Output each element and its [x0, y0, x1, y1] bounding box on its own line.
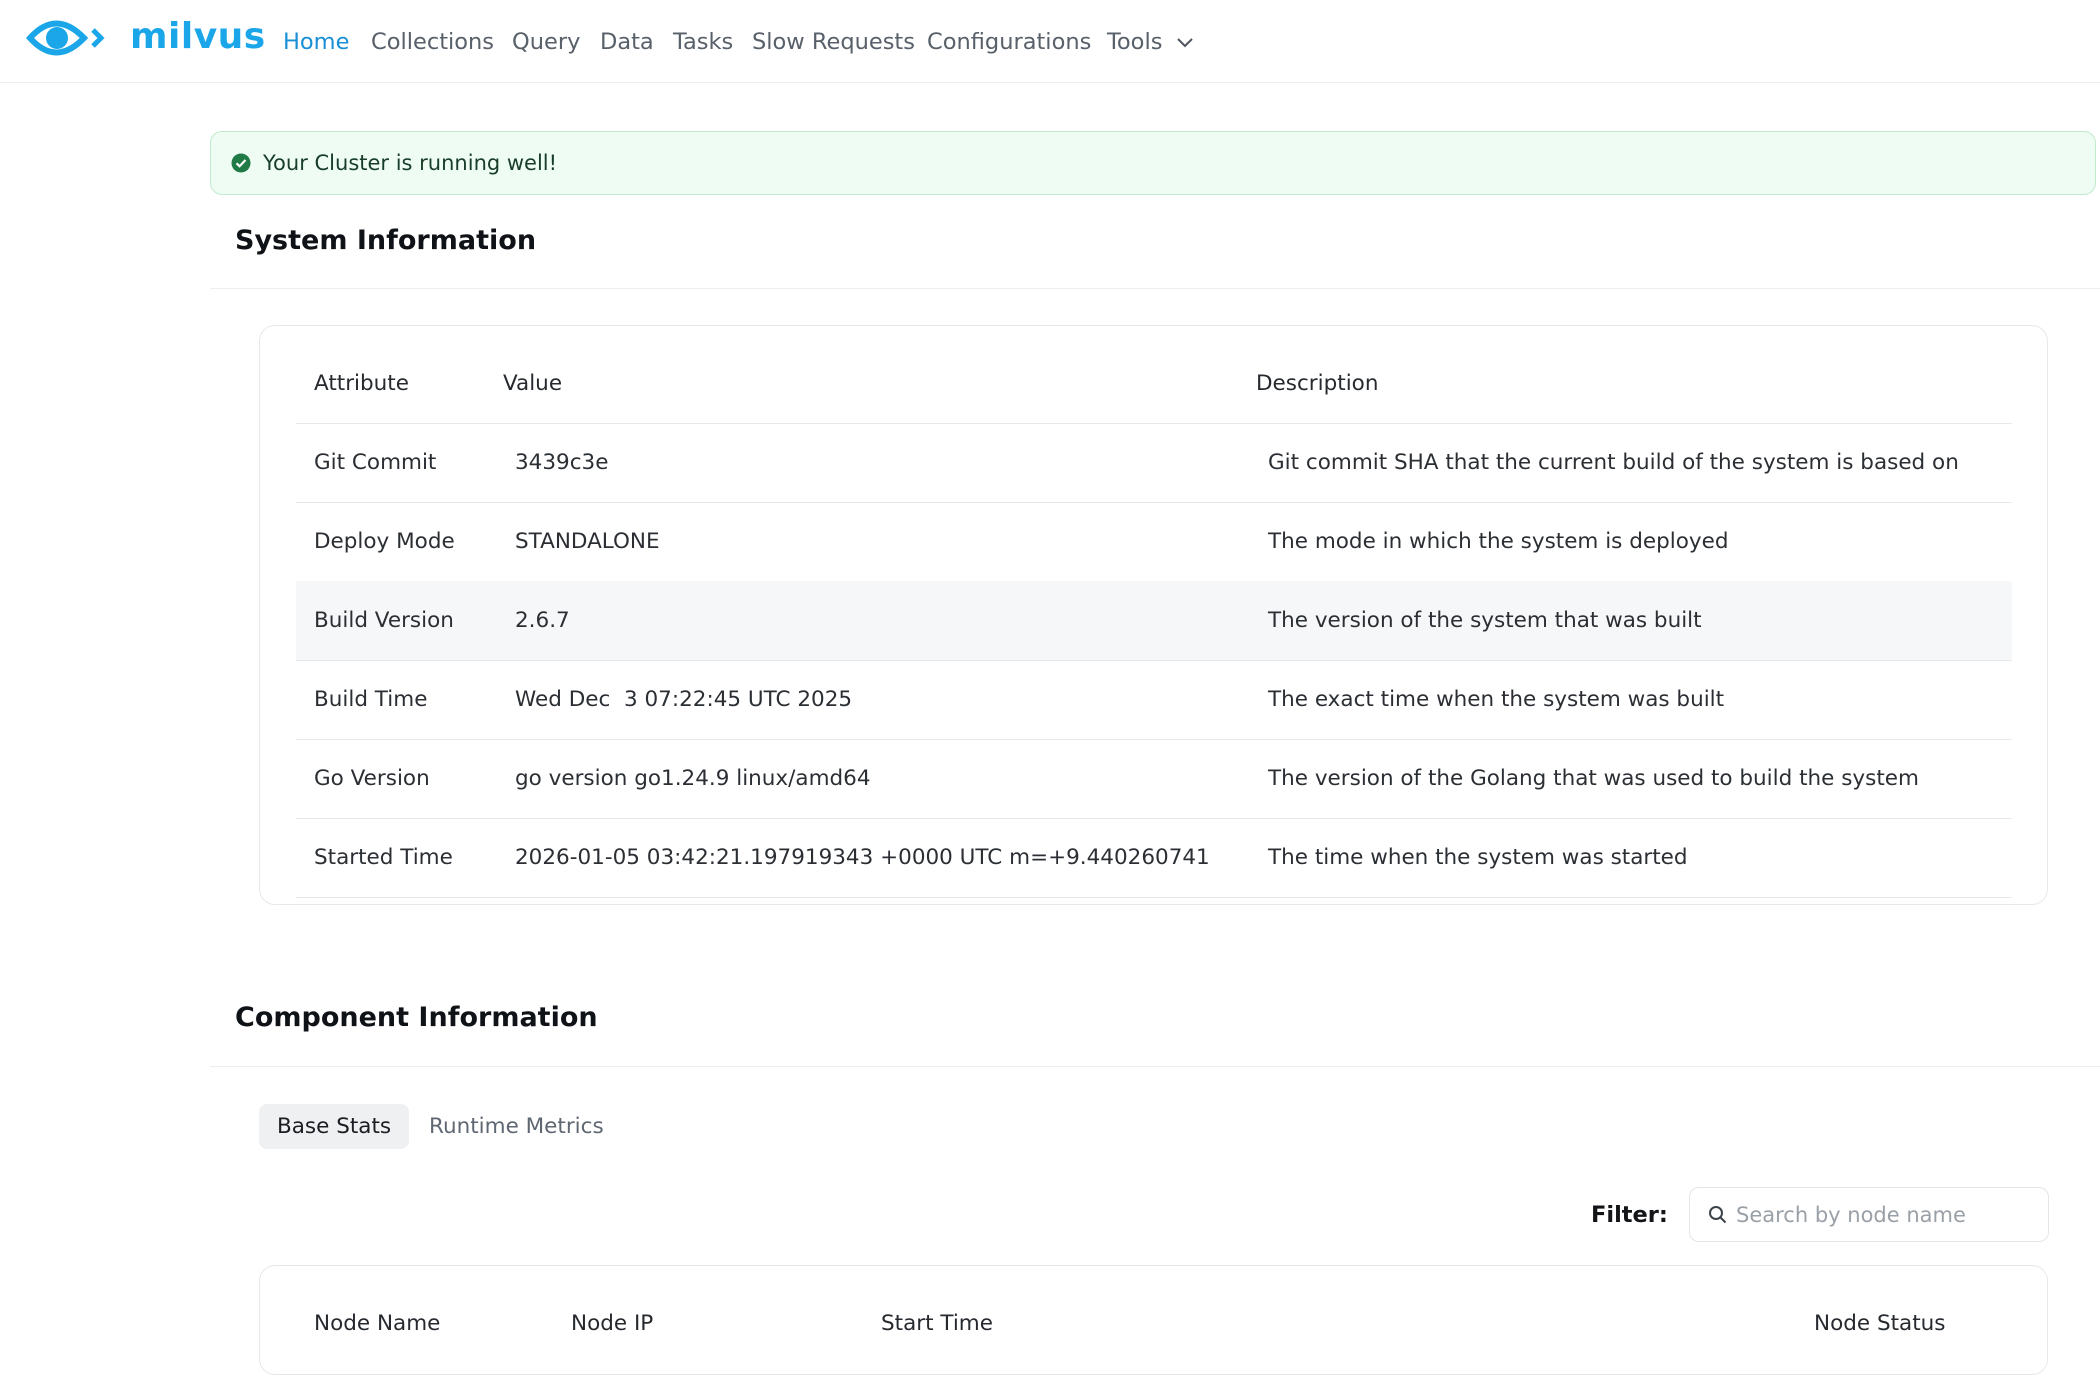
component-table: Node Name Node IP Start Time Node Status	[259, 1265, 2048, 1375]
row-description: Git commit SHA that the current build of…	[1268, 450, 1959, 475]
row-value: go version go1.24.9 linux/amd64	[515, 766, 871, 791]
filter-label: Filter:	[1591, 1202, 1668, 1228]
row-value: Wed Dec 3 07:22:45 UTC 2025	[515, 687, 853, 712]
alert-message: Your Cluster is running well!	[263, 151, 558, 175]
nav-configurations[interactable]: Configurations	[927, 22, 1091, 62]
header-node-name: Node Name	[314, 1311, 441, 1336]
nav-home[interactable]: Home	[283, 22, 349, 62]
component-information-title: Component Information	[235, 1002, 598, 1033]
search-icon	[1709, 1206, 1727, 1224]
row-value: 2.6.7	[515, 608, 570, 633]
row-value: STANDALONE	[515, 529, 660, 554]
chevron-down-icon	[1176, 37, 1193, 47]
row-attribute: Build Version	[314, 608, 454, 633]
header-node-ip: Node IP	[571, 1311, 654, 1336]
section-divider	[210, 288, 2100, 289]
check-circle-icon	[231, 153, 251, 173]
row-attribute: Started Time	[314, 845, 453, 870]
table-row-hovered: Build Version 2.6.7 The version of the s…	[296, 581, 2012, 661]
header-value: Value	[503, 371, 563, 396]
row-attribute: Build Time	[314, 687, 428, 712]
system-information-title: System Information	[235, 225, 537, 256]
tab-base-stats[interactable]: Base Stats	[259, 1104, 410, 1149]
row-attribute: Git Commit	[314, 450, 437, 475]
row-description: The mode in which the system is deployed	[1268, 529, 1729, 554]
table-row: Started Time 2026-01-05 03:42:21.1979193…	[296, 818, 2012, 898]
table-row: Deploy Mode STANDALONE The mode in which…	[296, 502, 2012, 582]
nav-slow-requests[interactable]: Slow Requests	[752, 22, 915, 62]
milvus-eye-icon	[26, 20, 105, 56]
node-search-box[interactable]	[1689, 1187, 2049, 1242]
section-divider	[210, 1066, 2100, 1067]
row-description: The version of the Golang that was used …	[1268, 766, 1919, 791]
row-value: 2026-01-05 03:42:21.197919343 +0000 UTC …	[515, 845, 1210, 870]
table-row: Build Time Wed Dec 3 07:22:45 UTC 2025 T…	[296, 660, 2012, 740]
table-header-row: Node Name Node IP Start Time Node Status	[296, 1284, 2012, 1363]
header-start-time: Start Time	[881, 1311, 993, 1336]
row-attribute: Deploy Mode	[314, 529, 455, 554]
row-description: The exact time when the system was built	[1268, 687, 1725, 712]
row-attribute: Go Version	[314, 766, 430, 791]
row-description: The time when the system was started	[1268, 845, 1688, 870]
nav-tools-label: Tools	[1107, 29, 1163, 55]
milvus-logo[interactable]: milvus	[26, 13, 265, 63]
header-node-status: Node Status	[1814, 1311, 1946, 1336]
header-description: Description	[1256, 371, 1379, 396]
nav-tools-dropdown[interactable]: Tools	[1107, 22, 1194, 62]
table-row: Git Commit 3439c3e Git commit SHA that t…	[296, 423, 2012, 503]
search-input[interactable]	[1734, 1196, 2038, 1234]
nav-tasks[interactable]: Tasks	[673, 22, 733, 62]
row-description: The version of the system that was built	[1268, 608, 1702, 633]
nav-collections[interactable]: Collections	[371, 22, 494, 62]
nav-query[interactable]: Query	[512, 22, 580, 62]
nav-data[interactable]: Data	[600, 22, 654, 62]
system-info-table: Attribute Value Description Git Commit 3…	[259, 325, 2048, 905]
cluster-status-alert: Your Cluster is running well!	[210, 131, 2096, 195]
top-navbar: milvus Home Collections Query Data Tasks…	[0, 0, 2100, 83]
table-header-row: Attribute Value Description	[296, 344, 2012, 424]
brand-name: milvus	[130, 16, 266, 57]
row-value: 3439c3e	[515, 450, 609, 475]
tab-runtime-metrics[interactable]: Runtime Metrics	[411, 1104, 622, 1149]
header-attribute: Attribute	[314, 371, 409, 396]
table-row: Go Version go version go1.24.9 linux/amd…	[296, 739, 2012, 819]
